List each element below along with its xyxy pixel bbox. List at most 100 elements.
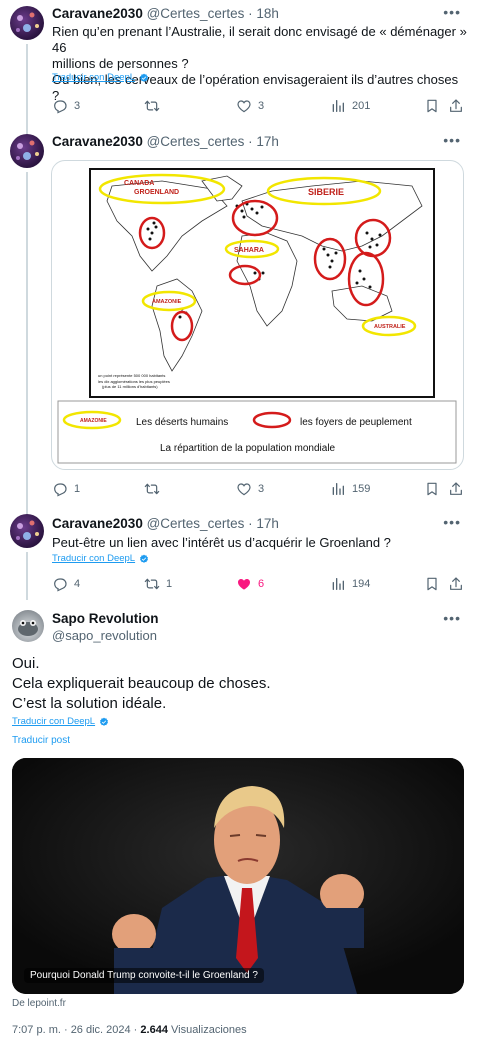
- share-button[interactable]: [448, 479, 464, 499]
- views-button[interactable]: 194: [330, 574, 370, 594]
- translate-deepl-link[interactable]: Traducir con DeepL: [12, 716, 109, 727]
- action-bar: 3 3 201: [52, 96, 467, 116]
- card-title: Pourquoi Donald Trump convoite-t-il le G…: [24, 968, 264, 983]
- reply-icon: [52, 481, 68, 497]
- share-button[interactable]: [448, 574, 464, 594]
- action-bar: 1 3 159: [52, 479, 467, 499]
- translate-label: Traducir con DeepL: [52, 72, 136, 83]
- views-button[interactable]: 201: [330, 96, 370, 116]
- reply-count: 4: [74, 578, 81, 590]
- tweet-text-line: Oui.: [12, 655, 40, 672]
- reply-button[interactable]: 1: [52, 479, 80, 499]
- retweet-count: 1: [166, 578, 173, 590]
- tweet-text: Oui. Cela expliquerait beaucoup de chose…: [12, 654, 271, 714]
- thread-line: [26, 552, 28, 600]
- label-groenland: GROENLAND: [134, 189, 179, 196]
- share-button[interactable]: [448, 96, 464, 116]
- tweet-3[interactable]: Caravane2030 @Certes_certes · 17h ••• Pe…: [0, 508, 477, 600]
- bookmark-button[interactable]: [424, 479, 440, 499]
- author-name[interactable]: Caravane2030: [52, 6, 143, 21]
- verified-badge-icon: [99, 717, 109, 727]
- more-icon[interactable]: •••: [443, 514, 461, 530]
- legend-caption: La répartition de la population mondiale: [160, 443, 336, 454]
- map-legend-line3: (plus de 11 millions d'habitants): [102, 384, 158, 389]
- retweet-icon: [144, 481, 160, 497]
- translate-deepl-link[interactable]: Traducir con DeepL: [52, 72, 149, 83]
- more-icon[interactable]: •••: [443, 132, 461, 148]
- translate-label: Traducir con DeepL: [52, 553, 136, 564]
- author-name[interactable]: Caravane2030: [52, 134, 143, 149]
- thread-line: [26, 44, 28, 130]
- avatar-image: [18, 620, 38, 636]
- translate-deepl-link[interactable]: Traducir con DeepL: [52, 553, 149, 564]
- heart-filled-icon: [236, 576, 252, 592]
- retweet-icon: [144, 98, 160, 114]
- tweet-header: Caravane2030 @Certes_certes · 17h: [52, 134, 279, 149]
- views-count: 159: [352, 483, 371, 495]
- like-count: 6: [258, 578, 265, 590]
- avatar[interactable]: [10, 514, 44, 548]
- legend-desert: Les déserts humains: [136, 417, 228, 428]
- author-name[interactable]: Caravane2030: [52, 516, 143, 531]
- card-source[interactable]: De lepoint.fr: [12, 998, 66, 1009]
- map-legend-line1: un point représente 500 000 habitants: [98, 373, 165, 378]
- reply-icon: [52, 576, 68, 592]
- reply-button[interactable]: 3: [52, 96, 80, 116]
- like-button[interactable]: 3: [236, 96, 264, 116]
- tweet-text-line: C’est la solution idéale.: [12, 695, 167, 712]
- more-icon[interactable]: •••: [443, 4, 461, 20]
- label-sahara: SAHARA: [234, 247, 264, 254]
- bookmark-button[interactable]: [424, 96, 440, 116]
- card-image: [12, 758, 464, 994]
- retweet-button[interactable]: [144, 479, 166, 499]
- retweet-button[interactable]: [144, 96, 166, 116]
- like-button[interactable]: 3: [236, 479, 264, 499]
- like-button[interactable]: 6: [236, 574, 264, 594]
- retweet-button[interactable]: 1: [144, 574, 172, 594]
- views-count: 194: [352, 578, 371, 590]
- like-count: 3: [258, 483, 265, 495]
- reply-icon: [52, 98, 68, 114]
- like-count: 3: [258, 100, 265, 112]
- tweet-meta: 7:07 p. m. · 26 dic. 2024 · 2.644 Visual…: [12, 1024, 247, 1036]
- views-count: 201: [352, 100, 371, 112]
- author-handle[interactable]: @sapo_revolution: [52, 628, 157, 643]
- label-australie: AUSTRALIE: [374, 324, 406, 330]
- avatar[interactable]: [10, 134, 44, 168]
- timestamp[interactable]: 7:07 p. m. · 26 dic. 2024 ·: [12, 1024, 140, 1036]
- avatar[interactable]: [10, 6, 44, 40]
- avatar[interactable]: [12, 610, 44, 642]
- tweet-header: Caravane2030 @Certes_certes · 17h: [52, 516, 279, 531]
- thread-line: [26, 172, 28, 508]
- tweet-header: Caravane2030 @Certes_certes · 18h: [52, 6, 279, 21]
- label-siberie: SIBERIE: [308, 187, 344, 197]
- avatar-image: [16, 520, 39, 540]
- views-icon: [330, 576, 346, 592]
- tweet-text-line: millions de personnes ?: [52, 56, 189, 71]
- bookmark-icon: [424, 576, 440, 592]
- author-handle[interactable]: @Certes_certes · 17h: [147, 516, 279, 531]
- views-button[interactable]: 159: [330, 479, 370, 499]
- tweet-text: Peut-être un lien avec l’intérêt us d’ac…: [52, 535, 391, 550]
- more-icon[interactable]: •••: [443, 610, 461, 626]
- bookmark-icon: [424, 481, 440, 497]
- tweet-1[interactable]: Caravane2030 @Certes_certes · 18h ••• Ri…: [0, 0, 477, 130]
- link-card[interactable]: Pourquoi Donald Trump convoite-t-il le G…: [12, 758, 464, 994]
- reply-button[interactable]: 4: [52, 574, 80, 594]
- author-handle[interactable]: @Certes_certes · 18h: [147, 6, 279, 21]
- avatar-image: [16, 140, 39, 160]
- tweet-2[interactable]: Caravane2030 @Certes_certes · 17h ••• CA…: [0, 128, 477, 508]
- verified-badge-icon: [139, 554, 149, 564]
- population-map-image: CANADA GROENLAND SIBERIE SAHARA AMAZONIE…: [57, 168, 457, 464]
- bookmark-button[interactable]: [424, 574, 440, 594]
- label-canada: CANADA: [124, 180, 154, 187]
- translate-post-link[interactable]: Traducir post: [12, 735, 70, 746]
- avatar-image: [16, 12, 39, 32]
- author-name[interactable]: Sapo Revolution: [52, 611, 159, 626]
- views-count: 2.644: [140, 1024, 168, 1036]
- attached-image[interactable]: CANADA GROENLAND SIBERIE SAHARA AMAZONIE…: [51, 160, 464, 470]
- reply-count: 1: [74, 483, 81, 495]
- share-icon: [448, 481, 464, 497]
- author-handle[interactable]: @Certes_certes · 17h: [147, 134, 279, 149]
- views-icon: [330, 481, 346, 497]
